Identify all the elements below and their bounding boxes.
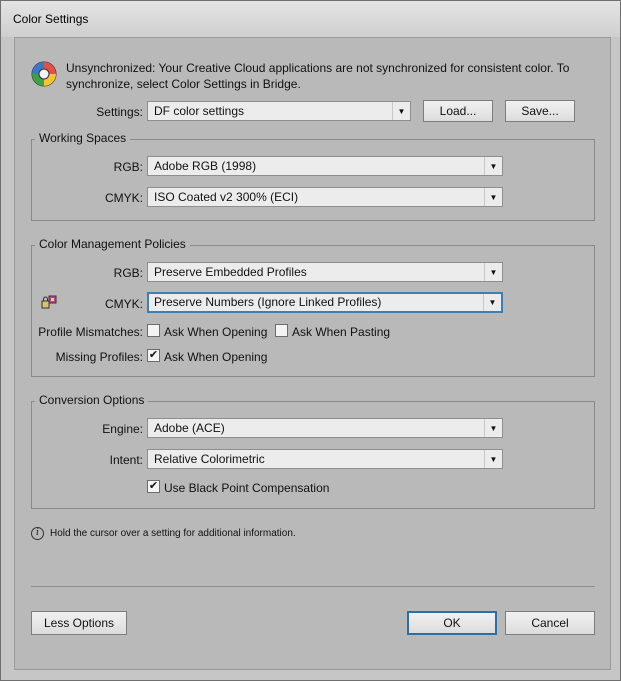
mismatch-ask-opening-checkbox[interactable]: [147, 324, 160, 337]
chevron-down-icon: ▼: [484, 419, 502, 437]
chevron-down-icon: ▼: [392, 102, 410, 120]
color-wheel-warning-icon: [31, 61, 57, 87]
black-point-compensation-label: Use Black Point Compensation: [164, 481, 330, 495]
intent-select[interactable]: Relative Colorimetric ▼: [147, 449, 503, 469]
profile-mismatches-label: Profile Mismatches:: [38, 325, 143, 339]
missing-ask-opening-label: Ask When Opening: [164, 350, 268, 364]
chevron-down-icon: ▼: [484, 157, 502, 175]
chevron-down-icon: ▼: [484, 263, 502, 281]
ws-rgb-select[interactable]: Adobe RGB (1998) ▼: [147, 156, 503, 176]
mismatch-ask-pasting-label: Ask When Pasting: [292, 325, 391, 339]
load-button[interactable]: Load...: [423, 100, 493, 122]
lock-swatch-icon: [41, 295, 57, 309]
missing-profiles-label: Missing Profiles:: [55, 350, 143, 364]
color-settings-dialog: Color Settings Unsynchronized: Your Crea…: [0, 0, 621, 681]
ws-rgb-label: RGB:: [113, 160, 143, 174]
engine-value: Adobe (ACE): [154, 421, 225, 435]
intent-value: Relative Colorimetric: [154, 452, 265, 466]
working-spaces-title: Working Spaces: [35, 131, 131, 145]
policy-rgb-value: Preserve Embedded Profiles: [154, 265, 307, 279]
engine-select[interactable]: Adobe (ACE) ▼: [147, 418, 503, 438]
footer-separator: [31, 586, 595, 587]
cancel-button[interactable]: Cancel: [505, 611, 595, 635]
mismatch-ask-pasting-checkbox[interactable]: [275, 324, 288, 337]
chevron-down-icon: ▼: [484, 450, 502, 468]
settings-label: Settings:: [96, 105, 143, 119]
engine-label: Engine:: [102, 422, 143, 436]
mismatch-ask-opening-label: Ask When Opening: [164, 325, 268, 339]
settings-select-value: DF color settings: [154, 104, 245, 118]
policy-rgb-select[interactable]: Preserve Embedded Profiles ▼: [147, 262, 503, 282]
ws-cmyk-value: ISO Coated v2 300% (ECI): [154, 190, 299, 204]
less-options-button[interactable]: Less Options: [31, 611, 127, 635]
chevron-down-icon: ▼: [484, 188, 502, 206]
info-description: Hold the cursor over a setting for addit…: [50, 528, 296, 539]
policies-title: Color Management Policies: [35, 237, 190, 251]
unsynchronized-warning: Unsynchronized: Your Creative Cloud appl…: [66, 61, 570, 91]
intent-label: Intent:: [109, 453, 143, 467]
black-point-compensation-checkbox[interactable]: ✔: [147, 480, 160, 493]
conversion-title: Conversion Options: [35, 393, 149, 407]
ws-rgb-value: Adobe RGB (1998): [154, 159, 257, 173]
chevron-down-icon: ▼: [483, 294, 501, 311]
info-icon: i: [31, 527, 44, 540]
settings-select[interactable]: DF color settings ▼: [147, 101, 411, 121]
window-title: Color Settings: [13, 12, 89, 26]
save-button[interactable]: Save...: [505, 100, 575, 122]
ws-cmyk-label: CMYK:: [104, 191, 143, 205]
dialog-body: Unsynchronized: Your Creative Cloud appl…: [14, 37, 611, 670]
ws-cmyk-select[interactable]: ISO Coated v2 300% (ECI) ▼: [147, 187, 503, 207]
policy-cmyk-select[interactable]: Preserve Numbers (Ignore Linked Profiles…: [147, 292, 503, 313]
missing-ask-opening-checkbox[interactable]: ✔: [147, 349, 160, 362]
working-spaces-group: [31, 139, 595, 221]
title-bar[interactable]: Color Settings: [1, 1, 620, 37]
ok-button[interactable]: OK: [407, 611, 497, 635]
policy-cmyk-label: CMYK:: [104, 297, 143, 311]
policy-cmyk-value: Preserve Numbers (Ignore Linked Profiles…: [154, 295, 382, 309]
policy-rgb-label: RGB:: [113, 266, 143, 280]
